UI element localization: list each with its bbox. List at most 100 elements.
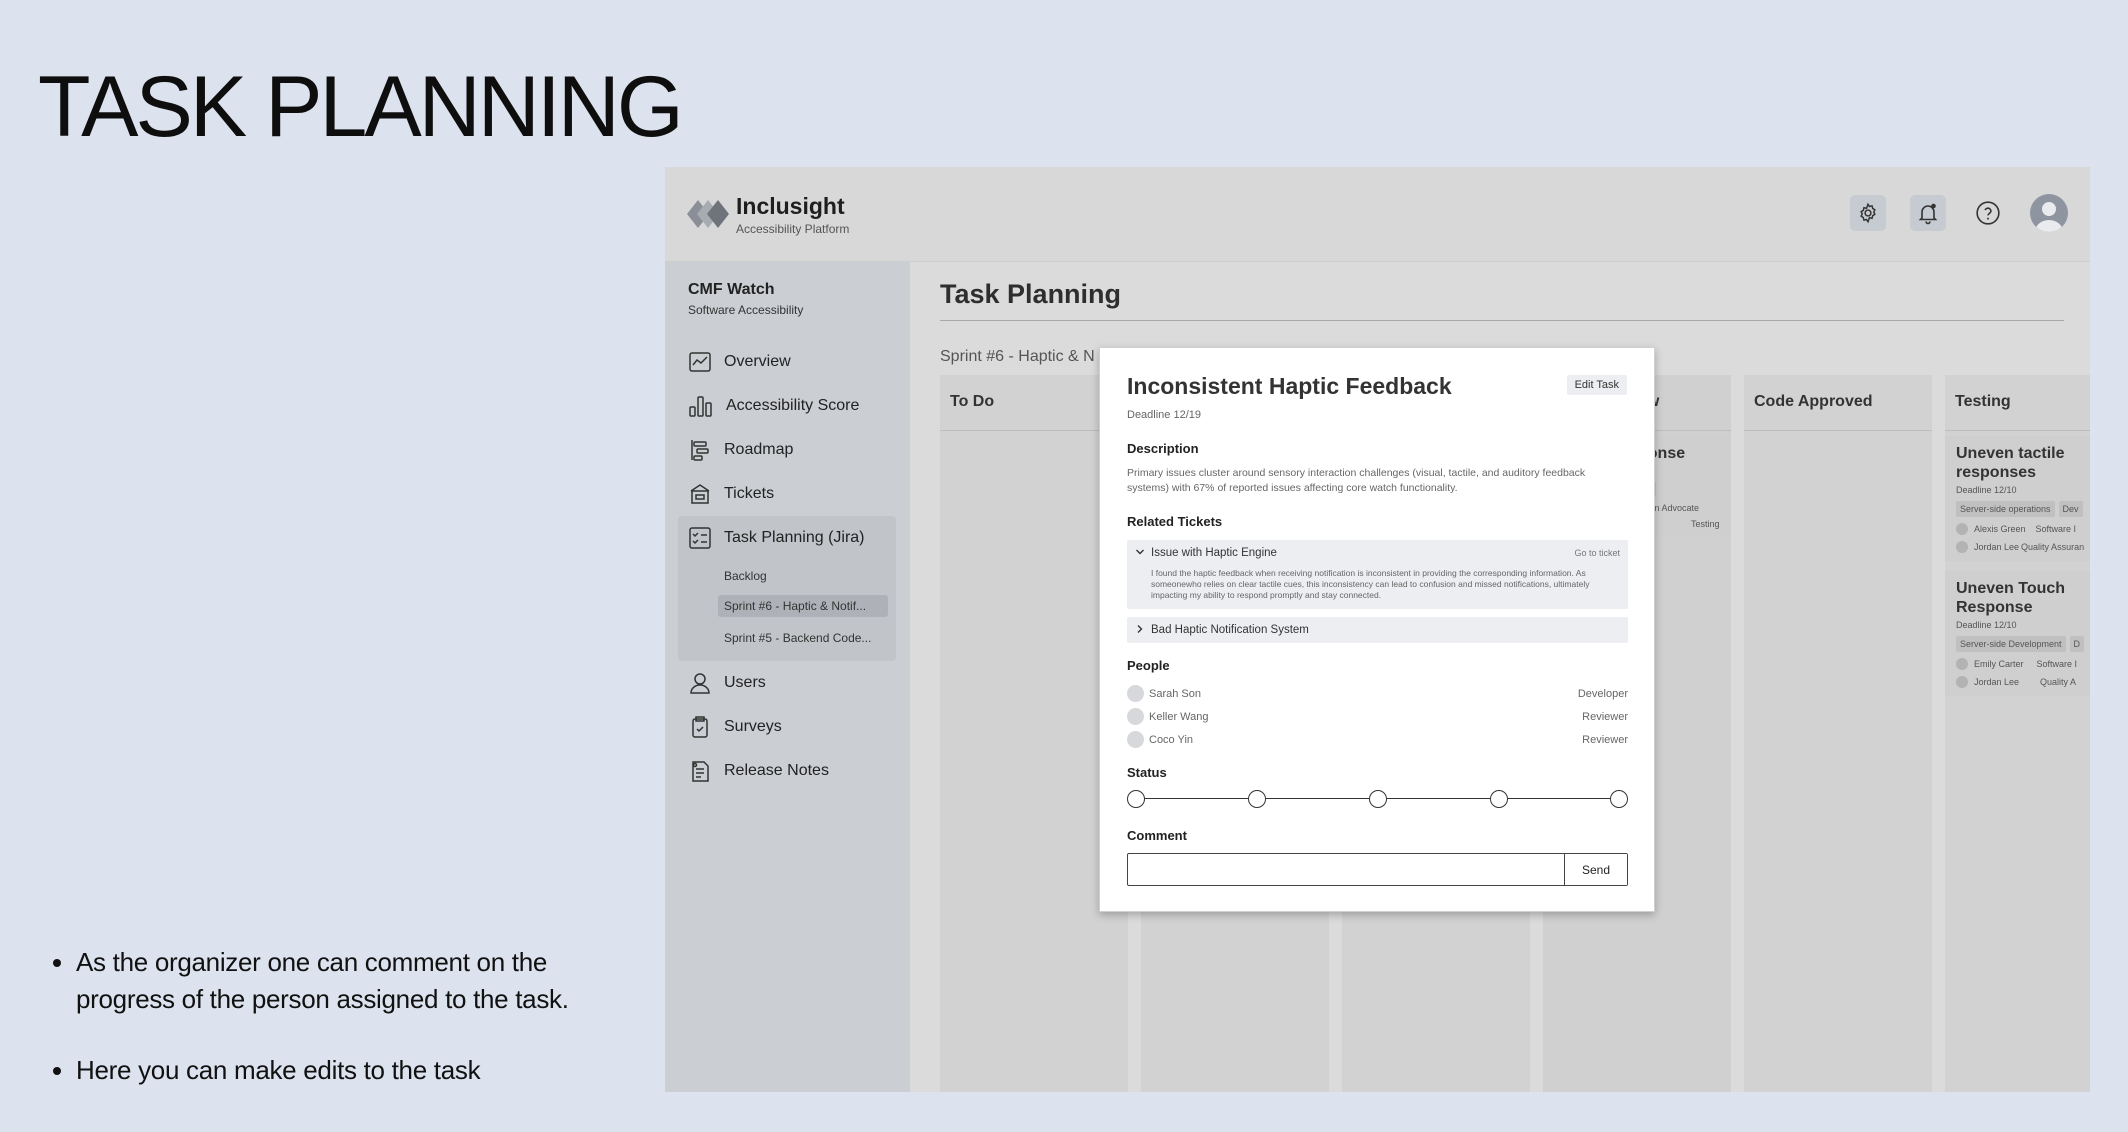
sidebar-subitem-sprint-5[interactable]: Sprint #5 - Backend Code... xyxy=(678,622,896,653)
person-avatar xyxy=(1127,685,1144,702)
person-name: Sarah Son xyxy=(1149,687,1201,700)
chevron-right-icon xyxy=(1135,623,1145,637)
related-ticket-collapsed[interactable]: Bad Haptic Notification System xyxy=(1127,617,1628,643)
help-icon[interactable] xyxy=(1970,195,2006,231)
ticket-header[interactable]: Bad Haptic Notification System xyxy=(1127,617,1628,643)
status-heading: Status xyxy=(1127,765,1167,780)
user-icon xyxy=(690,673,710,694)
sidebar: CMF Watch Software Accessibility Overvie… xyxy=(665,262,910,1092)
send-button[interactable]: Send xyxy=(1564,854,1627,885)
related-tickets-heading: Related Tickets xyxy=(1127,514,1223,529)
card-tag: Server-side operations xyxy=(1956,501,2055,517)
sidebar-item-users[interactable]: Users xyxy=(678,661,896,705)
sidebar-item-surveys[interactable]: Surveys xyxy=(678,705,896,749)
sidebar-item-label: Surveys xyxy=(724,718,782,735)
project-header: CMF Watch Software Accessibility xyxy=(688,281,803,317)
sprint-label: Sprint #6 - Haptic & N xyxy=(940,348,1095,365)
sidebar-item-tickets[interactable]: Tickets xyxy=(678,472,896,516)
person-role: Quality A xyxy=(2040,677,2077,687)
modal-title: Inconsistent Haptic Feedback xyxy=(1127,373,1452,399)
kanban-column-testing: Testing Uneven tactile responses Deadlin… xyxy=(1945,375,2090,1092)
ticket-body: I found the haptic feedback when receivi… xyxy=(1151,568,1590,600)
people-heading: People xyxy=(1127,658,1170,673)
sidebar-item-overview[interactable]: Overview xyxy=(678,340,896,384)
ticket-title: Issue with Haptic Engine xyxy=(1151,547,1277,559)
person-avatar xyxy=(1956,541,1968,553)
gear-icon[interactable] xyxy=(1850,195,1886,231)
task-card[interactable]: Uneven tactile responses Deadline 12/10 … xyxy=(1945,436,2090,561)
sidebar-nav: Overview Accessibility Score Roadmap Tic… xyxy=(678,340,896,793)
brand-name: Inclusight xyxy=(736,193,845,219)
survey-icon xyxy=(692,716,708,738)
person-row: Keller Wang Reviewer xyxy=(1127,705,1628,728)
kanban-column-code-approved: Code Approved xyxy=(1744,375,1932,1092)
sidebar-item-label: Task Planning (Jira) xyxy=(724,529,865,546)
brand-subtitle: Accessibility Platform xyxy=(736,222,850,236)
person-name: Alexis Green xyxy=(1974,524,2026,534)
bullet-item: Here you can make edits to the task xyxy=(76,1052,610,1089)
go-to-ticket-link[interactable]: Go to ticket xyxy=(1574,548,1620,558)
title-divider xyxy=(940,320,2064,321)
modal-deadline: Deadline 12/19 xyxy=(1127,409,1202,421)
bell-icon[interactable] xyxy=(1910,195,1946,231)
status-step[interactable] xyxy=(1248,790,1267,808)
person-role: Developer xyxy=(1577,687,1628,700)
task-card[interactable]: Uneven Touch Response Deadline 12/10 Ser… xyxy=(1945,571,2090,696)
status-step[interactable] xyxy=(1610,790,1628,808)
task-detail-modal: Inconsistent Haptic Feedback Edit Task D… xyxy=(1099,347,1655,912)
card-deadline: Deadline 12/10 xyxy=(1956,485,2017,495)
edit-task-button[interactable]: Edit Task xyxy=(1566,375,1627,395)
sidebar-item-label: Users xyxy=(724,674,766,691)
card-deadline: Deadline 12/10 xyxy=(1956,620,2017,630)
card-tag: Dev xyxy=(2058,501,2083,517)
comment-input[interactable] xyxy=(1128,854,1564,885)
card-title: Uneven Touch Response xyxy=(1956,580,2066,616)
person-name: Coco Yin xyxy=(1149,733,1194,746)
brand: Inclusight Accessibility Platform xyxy=(736,193,849,236)
status-stepper[interactable] xyxy=(1127,789,1628,809)
sidebar-item-label: Tickets xyxy=(724,485,775,502)
card-title: Uneven tactile responses xyxy=(1956,445,2065,481)
project-subtitle: Software Accessibility xyxy=(688,303,804,317)
bar-chart-icon xyxy=(689,396,712,417)
status-step[interactable] xyxy=(1127,790,1145,808)
chevron-down-icon xyxy=(1135,546,1145,560)
comment-box: Send xyxy=(1127,853,1628,886)
description-heading: Description xyxy=(1127,441,1199,456)
people-list: Sarah Son Developer Keller Wang Reviewer… xyxy=(1127,682,1628,751)
sidebar-subitem-backlog[interactable]: Backlog xyxy=(678,560,896,591)
status-step[interactable] xyxy=(1368,790,1387,808)
sidebar-item-label: Overview xyxy=(724,353,791,370)
slide-title: TASK PLANNING xyxy=(38,59,684,155)
sidebar-item-roadmap[interactable]: Roadmap xyxy=(678,428,896,472)
sidebar-item-release-notes[interactable]: Release Notes xyxy=(678,749,896,793)
sidebar-subitem-sprint-6[interactable]: Sprint #6 - Haptic & Notif... xyxy=(718,595,888,617)
person-role: Quality Assuran xyxy=(2021,542,2085,552)
roadmap-icon xyxy=(691,440,709,461)
card-tag: Server-side Development xyxy=(1956,636,2066,652)
ticket-header[interactable]: Issue with Haptic Engine Go to ticket xyxy=(1127,540,1628,566)
ticket-booth-icon xyxy=(690,484,710,504)
person-row: Coco Yin Reviewer xyxy=(1127,728,1628,751)
top-bar: Inclusight Accessibility Platform xyxy=(665,167,2090,262)
description-text: Primary issues cluster around sensory in… xyxy=(1127,467,1586,494)
card-tag: D xyxy=(2069,636,2084,652)
sidebar-group-task-planning: Task Planning (Jira) Backlog Sprint #6 -… xyxy=(678,516,896,661)
comment-heading: Comment xyxy=(1127,828,1187,843)
inclusight-logo-icon xyxy=(687,200,729,228)
sidebar-item-task-planning[interactable]: Task Planning (Jira) xyxy=(678,516,896,560)
user-avatar-icon[interactable] xyxy=(2030,194,2068,232)
sidebar-item-accessibility-score[interactable]: Accessibility Score xyxy=(678,384,896,428)
person-role: Software I xyxy=(2035,524,2077,534)
project-name: CMF Watch xyxy=(688,281,775,298)
person-row: Sarah Son Developer xyxy=(1127,682,1628,705)
person-name: Jordan Lee xyxy=(1974,542,2020,552)
column-header: Code Approved xyxy=(1744,375,1932,431)
person-role: Testing xyxy=(1691,519,1720,529)
line-chart-icon xyxy=(689,352,711,372)
person-name: Emily Carter xyxy=(1974,659,2024,669)
bullet-item: As the organizer one can comment on the … xyxy=(76,944,610,1018)
status-step[interactable] xyxy=(1489,790,1508,808)
person-role: Reviewer xyxy=(1582,710,1628,723)
person-avatar xyxy=(1956,658,1968,670)
